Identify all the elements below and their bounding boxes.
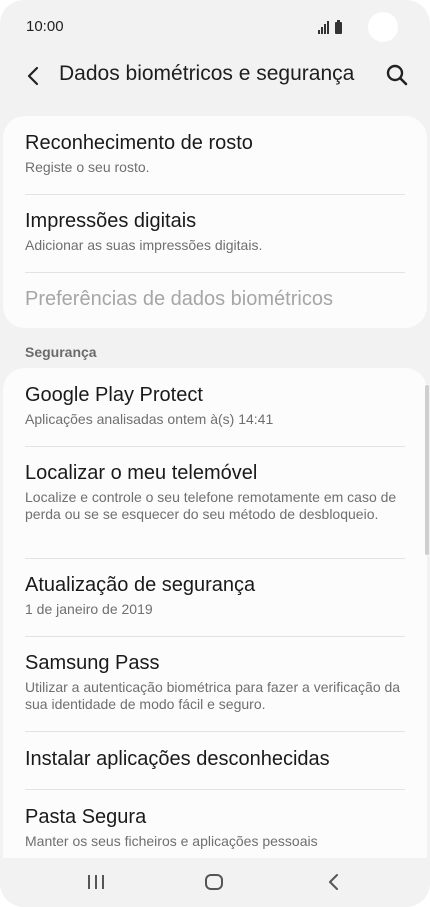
list-item-biometric-preferences[interactable]: Preferências de dados biométricos: [25, 288, 405, 311]
divider: [25, 558, 405, 559]
item-subtitle: Aplicações analisadas ontem à(s) 14:41: [25, 411, 274, 427]
app-header: Dados biométricos e segurança: [0, 52, 430, 100]
item-title: Reconhecimento de rosto: [25, 132, 253, 154]
divider: [25, 789, 405, 790]
item-title: Localizar o meu telemóvel: [25, 462, 258, 484]
item-subtitle: Manter os seus ficheiros e aplicações pe…: [25, 833, 318, 849]
back-icon[interactable]: [326, 872, 342, 892]
item-title: Atualização de segurança: [25, 574, 256, 596]
item-title: Instalar aplicações desconhecidas: [25, 748, 330, 770]
item-subtitle: Adicionar as suas impressões digitais.: [25, 237, 263, 253]
recent-apps-icon[interactable]: [85, 872, 109, 892]
divider: [25, 636, 405, 637]
item-subtitle: Utilizar a autenticação biométrica para …: [25, 679, 401, 712]
item-title: Pasta Segura: [25, 806, 147, 828]
page-title: Dados biométricos e segurança: [59, 62, 355, 85]
list-item-secure-folder[interactable]: Pasta Segura Manter os seus ficheiros e …: [25, 806, 405, 850]
section-label-security: Segurança: [25, 344, 97, 360]
item-title: Preferências de dados biométricos: [25, 288, 333, 310]
signal-battery-icon: [318, 20, 342, 34]
item-subtitle: Registe o seu rosto.: [25, 159, 150, 175]
list-item-google-play-protect[interactable]: Google Play Protect Aplicações analisada…: [25, 384, 405, 428]
camera-cutout: [368, 12, 398, 42]
scrollbar[interactable]: [425, 385, 429, 555]
divider: [25, 446, 405, 447]
search-icon[interactable]: [384, 62, 410, 88]
list-item-security-update[interactable]: Atualização de segurança 1 de janeiro de…: [25, 574, 405, 618]
phone-screen: 10:00 Dados biométricos e segurança Reco…: [0, 0, 430, 907]
item-title: Samsung Pass: [25, 652, 160, 674]
biometrics-card: Reconhecimento de rosto Registe o seu ro…: [3, 116, 427, 328]
item-subtitle: 1 de janeiro de 2019: [25, 601, 153, 617]
home-icon[interactable]: [204, 873, 224, 891]
list-item-install-unknown-apps[interactable]: Instalar aplicações desconhecidas: [25, 748, 405, 771]
divider: [25, 272, 405, 273]
divider: [25, 731, 405, 732]
list-item-find-my-phone[interactable]: Localizar o meu telemóvel Localize e con…: [25, 462, 405, 523]
security-card: Google Play Protect Aplicações analisada…: [3, 368, 427, 858]
status-time: 10:00: [26, 18, 64, 35]
divider: [25, 194, 405, 195]
item-title: Google Play Protect: [25, 384, 203, 406]
item-title: Impressões digitais: [25, 210, 197, 232]
item-subtitle: Localize e controle o seu telefone remot…: [25, 489, 397, 522]
list-item-samsung-pass[interactable]: Samsung Pass Utilizar a autenticação bio…: [25, 652, 405, 713]
list-item-face-recognition[interactable]: Reconhecimento de rosto Registe o seu ro…: [25, 132, 405, 176]
status-bar: 10:00: [0, 0, 430, 52]
list-item-fingerprints[interactable]: Impressões digitais Adicionar as suas im…: [25, 210, 405, 254]
navigation-bar: [0, 858, 430, 907]
chevron-left-icon[interactable]: [20, 60, 48, 92]
